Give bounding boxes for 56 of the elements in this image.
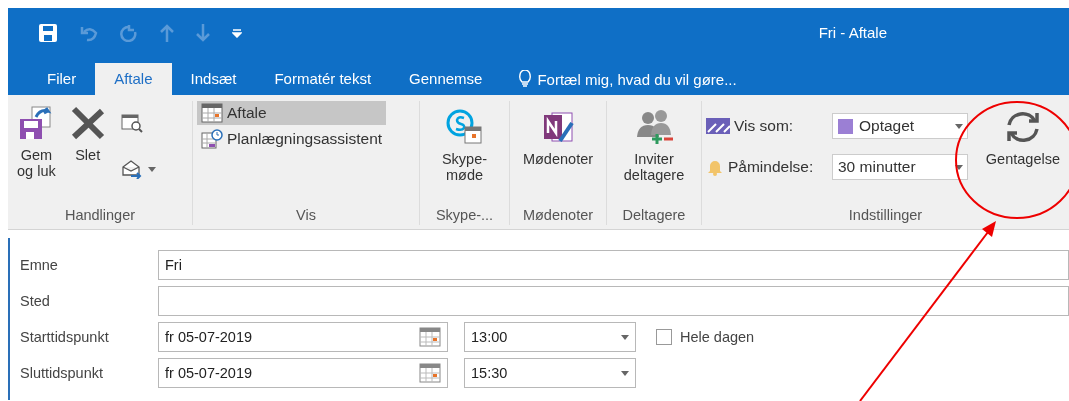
ribbon-button[interactable]: Skype- møde	[436, 105, 493, 207]
dropdown-caret-icon[interactable]	[955, 164, 963, 170]
show-as-dropdown[interactable]: Optaget	[832, 113, 968, 139]
time-dropdown[interactable]: 15:30	[464, 358, 636, 388]
dropdown-caret-icon[interactable]	[621, 370, 629, 376]
skype-calendar-icon	[446, 109, 483, 145]
calendar-icon[interactable]	[419, 363, 441, 383]
date-field[interactable]: fr 05-07-2019	[158, 322, 448, 352]
ribbon-button[interactable]: Inviter deltagere	[618, 105, 690, 207]
location-field[interactable]	[158, 286, 1069, 316]
scheduler-icon	[201, 129, 223, 149]
field-label: Sluttidspunkt	[20, 365, 105, 381]
subject-field[interactable]: Fri	[158, 250, 1069, 280]
window-title: Fri - Aftale	[818, 24, 887, 41]
ribbon-tab[interactable]: Indsæt	[171, 63, 256, 95]
group-label: Indstillinger	[847, 207, 924, 225]
view-button[interactable]: Planlægningsassistent	[197, 127, 387, 151]
field-label: Emne	[20, 257, 59, 273]
tell-me-field[interactable]: Fortæl mig, hvad du vil gøre...	[537, 70, 737, 88]
customize-menu-icon[interactable]	[232, 27, 242, 38]
group-label: Deltagere	[621, 207, 687, 225]
ribbon-button[interactable]: Mødenoter	[517, 105, 599, 207]
checkbox[interactable]	[656, 329, 672, 345]
group-label: Vis	[295, 207, 317, 225]
ribbon-tab[interactable]: Gennemse	[390, 63, 502, 95]
calendar-icon[interactable]	[419, 327, 441, 347]
bell-icon	[706, 158, 724, 176]
field-label: Sted	[20, 293, 51, 309]
busy-status-icon	[706, 118, 730, 134]
ribbon-tab[interactable]: Formatér tekst	[255, 63, 391, 95]
time-dropdown[interactable]: 13:00	[464, 322, 636, 352]
show-as-label: Vis som:	[734, 117, 794, 135]
ribbon-button[interactable]: Slet	[64, 101, 111, 207]
date-field[interactable]: fr 05-07-2019	[158, 358, 448, 388]
ribbon-button[interactable]: Gem og luk	[12, 101, 61, 207]
envelope-forward-icon[interactable]	[120, 159, 143, 179]
ribbon-tab[interactable]: Filer	[28, 63, 96, 95]
dropdown-caret-icon[interactable]	[147, 166, 156, 172]
view-button[interactable]: Aftale	[197, 101, 387, 125]
reminder-label: Påmindelse:	[728, 158, 814, 176]
calendar-search-icon[interactable]	[120, 113, 143, 133]
delete-icon	[69, 105, 106, 141]
dropdown-caret-icon[interactable]	[621, 334, 629, 340]
reminder-dropdown[interactable]: 30 minutter	[832, 154, 968, 180]
ribbon-button[interactable]: Gentagelse	[980, 101, 1065, 207]
group-label: Handlinger	[63, 207, 137, 225]
group-label: Skype-...	[434, 207, 495, 225]
field-label: Starttidspunkt	[20, 329, 110, 345]
calendar-icon	[201, 103, 223, 123]
group-label: Mødenoter	[521, 207, 595, 225]
checkbox-label[interactable]: Hele dagen	[680, 329, 755, 345]
save-icon[interactable]	[38, 22, 58, 43]
lightbulb-icon	[519, 70, 532, 88]
ribbon-tab[interactable]: Aftale	[95, 63, 172, 95]
people-add-icon	[634, 109, 674, 145]
dropdown-caret-icon[interactable]	[955, 123, 963, 129]
